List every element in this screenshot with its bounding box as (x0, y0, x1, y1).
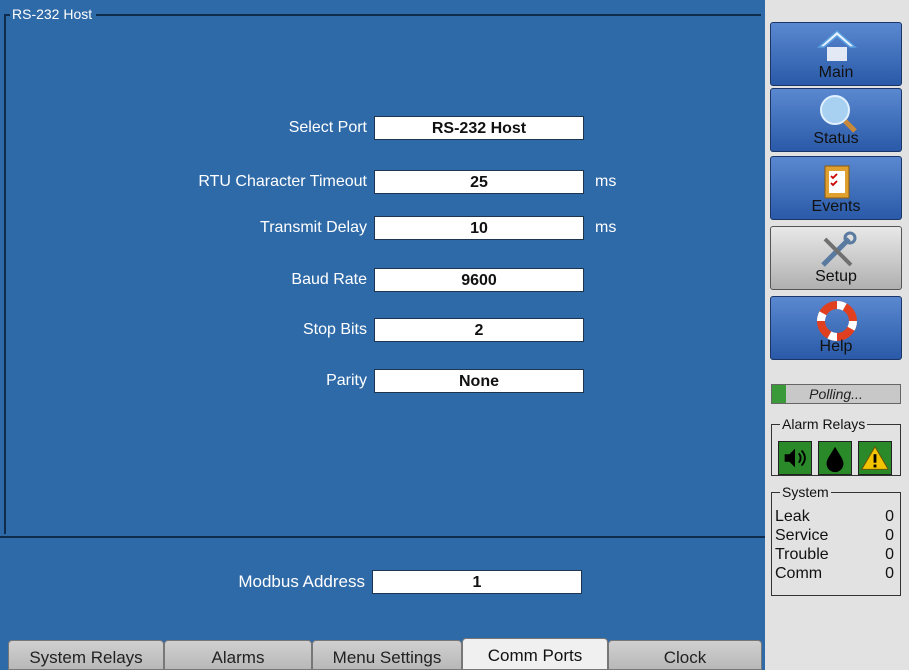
home-icon (817, 29, 857, 61)
select-port-field[interactable]: RS-232 Host (374, 116, 584, 140)
system-row-label: Comm (775, 565, 823, 582)
help-nav-label: Help (819, 338, 853, 355)
rtu-timeout-unit: ms (595, 173, 617, 190)
system-row-label: Trouble (775, 546, 829, 563)
stop-bits-field[interactable]: 2 (374, 318, 584, 342)
parity-field[interactable]: None (374, 369, 584, 393)
select-port-label: Select Port (288, 119, 367, 136)
modbus-address-field[interactable]: 1 (372, 570, 582, 594)
help-nav-button[interactable]: Help (770, 296, 902, 360)
system-row-value: 0 (885, 527, 894, 544)
system-row-label: Leak (775, 508, 810, 525)
alarm-relays-title: Alarm Relays (780, 416, 868, 432)
baud-rate-field[interactable]: 9600 (374, 268, 584, 292)
tab-menu-settings[interactable]: Menu Settings (312, 640, 462, 670)
system-row-comm: Comm 0 (775, 564, 894, 583)
baud-rate-label: Baud Rate (291, 271, 367, 288)
parity-label: Parity (326, 372, 367, 389)
system-row-leak: Leak 0 (775, 507, 894, 526)
system-row-value: 0 (885, 546, 894, 563)
warning-icon (858, 441, 892, 475)
system-title: System (780, 484, 831, 500)
group-title: RS-232 Host (10, 6, 97, 22)
tab-clock[interactable]: Clock (608, 640, 762, 670)
system-row-value: 0 (885, 565, 894, 582)
tab-comm-ports[interactable]: Comm Ports (462, 638, 608, 670)
tools-icon (821, 231, 857, 267)
system-row-value: 0 (885, 508, 894, 525)
clipboard-icon (824, 165, 850, 199)
setup-nav-label: Setup (815, 268, 857, 285)
status-nav-label: Status (813, 130, 859, 147)
group-border-top (4, 14, 761, 16)
stop-bits-label: Stop Bits (302, 321, 367, 338)
polling-status: Polling... (771, 384, 901, 404)
transmit-delay-label: Transmit Delay (260, 219, 367, 236)
sidebar: Main Status Events Setup Help Polling...… (765, 0, 909, 670)
transmit-delay-unit: ms (595, 219, 617, 236)
events-nav-label: Events (811, 198, 861, 215)
group-border-left (4, 14, 6, 534)
transmit-delay-field[interactable]: 10 (374, 216, 584, 240)
magnifier-icon (820, 95, 857, 133)
setup-nav-button[interactable]: Setup (770, 226, 902, 290)
main-nav-label: Main (818, 64, 854, 81)
system-group: System Leak 0 Service 0 Trouble 0 Comm 0 (771, 484, 901, 596)
drop-icon (818, 441, 852, 475)
main-nav-button[interactable]: Main (770, 22, 902, 86)
tab-system-relays[interactable]: System Relays (8, 640, 164, 670)
speaker-icon (778, 441, 812, 475)
alarm-relays-group: Alarm Relays (771, 416, 901, 476)
lifebuoy-icon (817, 301, 857, 341)
system-row-label: Service (775, 527, 829, 544)
system-row-trouble: Trouble 0 (775, 545, 894, 564)
rtu-timeout-field[interactable]: 25 (374, 170, 584, 194)
modbus-address-label: Modbus Address (238, 572, 365, 591)
tab-bar: System Relays Alarms Menu Settings Comm … (0, 638, 765, 670)
section-divider (0, 536, 765, 538)
tab-alarms[interactable]: Alarms (164, 640, 312, 670)
system-row-service: Service 0 (775, 526, 894, 545)
status-nav-button[interactable]: Status (770, 88, 902, 152)
comm-ports-panel: RS-232 Host Select Port RS-232 Host RTU … (0, 0, 765, 670)
rtu-timeout-label: RTU Character Timeout (198, 173, 367, 190)
events-nav-button[interactable]: Events (770, 156, 902, 220)
